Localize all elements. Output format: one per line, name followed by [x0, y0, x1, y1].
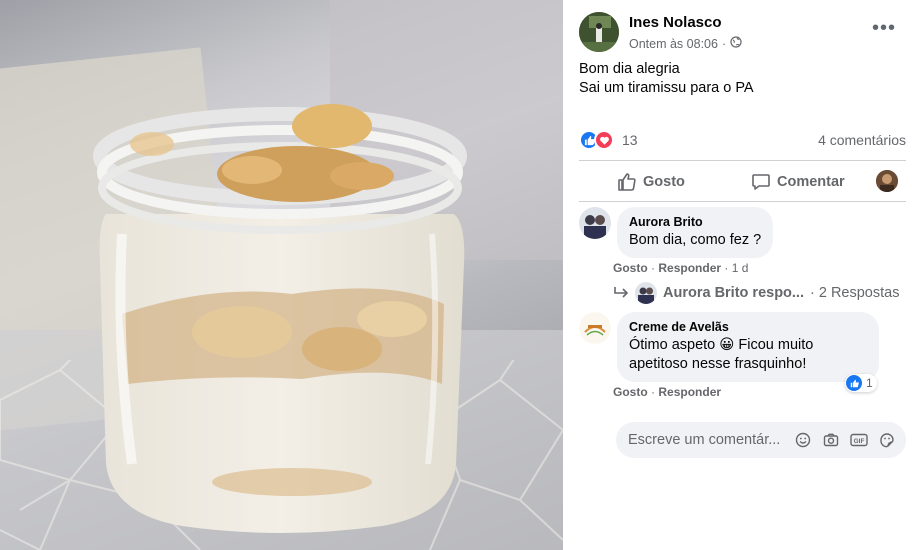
comment-button-label: Comentar — [777, 174, 845, 190]
comments-count[interactable]: 4 comentários — [818, 132, 906, 148]
comment-bubble: Creme de Avelãs Ótimo aspeto 😀 Ficou mui… — [617, 312, 879, 382]
globe-icon[interactable] — [730, 36, 742, 51]
emoji-icon[interactable] — [794, 431, 812, 449]
comment-text-line: apetitoso nesse frasquinho! — [629, 356, 807, 372]
viewer-avatar-selector[interactable] — [876, 170, 898, 192]
comment-author[interactable]: Aurora Brito — [629, 215, 761, 229]
like-button[interactable]: Gosto — [617, 172, 685, 192]
post-header: Ines Nolasco Ontem às 08:06 · ••• — [579, 12, 900, 54]
more-options-icon[interactable]: ••• — [872, 18, 896, 38]
commenter-avatar[interactable] — [579, 207, 611, 239]
comment-author[interactable]: Creme de Avelãs — [629, 320, 867, 334]
like-button-label: Gosto — [643, 174, 685, 190]
reply-arrow-icon — [614, 287, 629, 298]
view-replies-link[interactable]: Aurora Brito respo... · 2 Respostas — [613, 282, 899, 304]
comment-links: Gosto · Responder — [613, 385, 722, 399]
comment-composer[interactable]: Escreve um comentár... GIF — [616, 422, 906, 458]
svg-text:GIF: GIF — [854, 438, 865, 445]
sticker-icon[interactable] — [878, 431, 896, 449]
comment-text: Bom dia, como fez ? — [629, 232, 762, 248]
comment-input[interactable]: Escreve um comentár... — [628, 432, 784, 448]
gif-icon[interactable]: GIF — [850, 431, 868, 449]
comment-time[interactable]: 1 d — [732, 261, 749, 275]
love-reaction-icon[interactable] — [594, 130, 614, 150]
comment-item: Creme de Avelãs Ótimo aspeto 😀 Ficou mui… — [579, 312, 908, 382]
dot-separator: · — [721, 36, 727, 51]
post-meta: Ontem às 08:06 · — [629, 36, 742, 51]
comment-button[interactable]: Comentar — [751, 172, 845, 192]
post-text-line: Sai um tiramissu para o PA — [579, 80, 754, 96]
author-avatar[interactable] — [579, 12, 619, 52]
comment-text-line: Ótimo aspeto 😀 Ficou muito — [629, 337, 814, 353]
post-timestamp[interactable]: Ontem às 08:06 — [629, 37, 718, 51]
comment-like-link[interactable]: Gosto — [613, 261, 648, 275]
like-count-number: 1 — [866, 376, 873, 390]
replies-count: · 2 Respostas — [810, 285, 900, 301]
comment-reply-link[interactable]: Responder — [658, 385, 721, 399]
comment-bubble: Aurora Brito Bom dia, como fez ? — [617, 207, 774, 258]
reaction-count[interactable]: 13 — [622, 132, 638, 148]
commenter-avatar[interactable] — [579, 312, 611, 344]
post-photo[interactable] — [0, 0, 563, 550]
comment-icon — [752, 174, 770, 190]
comment-text: Ótimo aspeto 😀 Ficou muito apetitoso nes… — [629, 336, 867, 374]
comment-like-count[interactable]: 1 — [845, 374, 877, 392]
post-text-line: Bom dia alegria — [579, 61, 680, 77]
tiramisu-jar-image — [93, 104, 467, 533]
reactions-bar: 13 4 comentários — [579, 129, 906, 151]
comment-links: Gosto · Responder · 1 d — [613, 261, 749, 275]
author-name[interactable]: Ines Nolasco — [629, 14, 722, 31]
comment-item: Aurora Brito Bom dia, como fez ? — [579, 207, 908, 287]
action-bar: Gosto Comentar — [579, 166, 906, 198]
divider — [579, 160, 906, 161]
comment-like-link[interactable]: Gosto — [613, 385, 648, 399]
camera-icon[interactable] — [822, 431, 840, 449]
reply-avatar — [635, 282, 657, 304]
divider — [579, 201, 906, 202]
thumbs-up-icon — [618, 173, 636, 191]
replies-preview: Aurora Brito respo... — [663, 285, 804, 301]
post-text: Bom dia alegria Sai um tiramissu para o … — [579, 60, 754, 98]
comment-reply-link[interactable]: Responder — [658, 261, 721, 275]
post-panel: Ines Nolasco Ontem às 08:06 · ••• Bom di… — [563, 0, 912, 550]
like-reaction-icon — [846, 375, 862, 391]
